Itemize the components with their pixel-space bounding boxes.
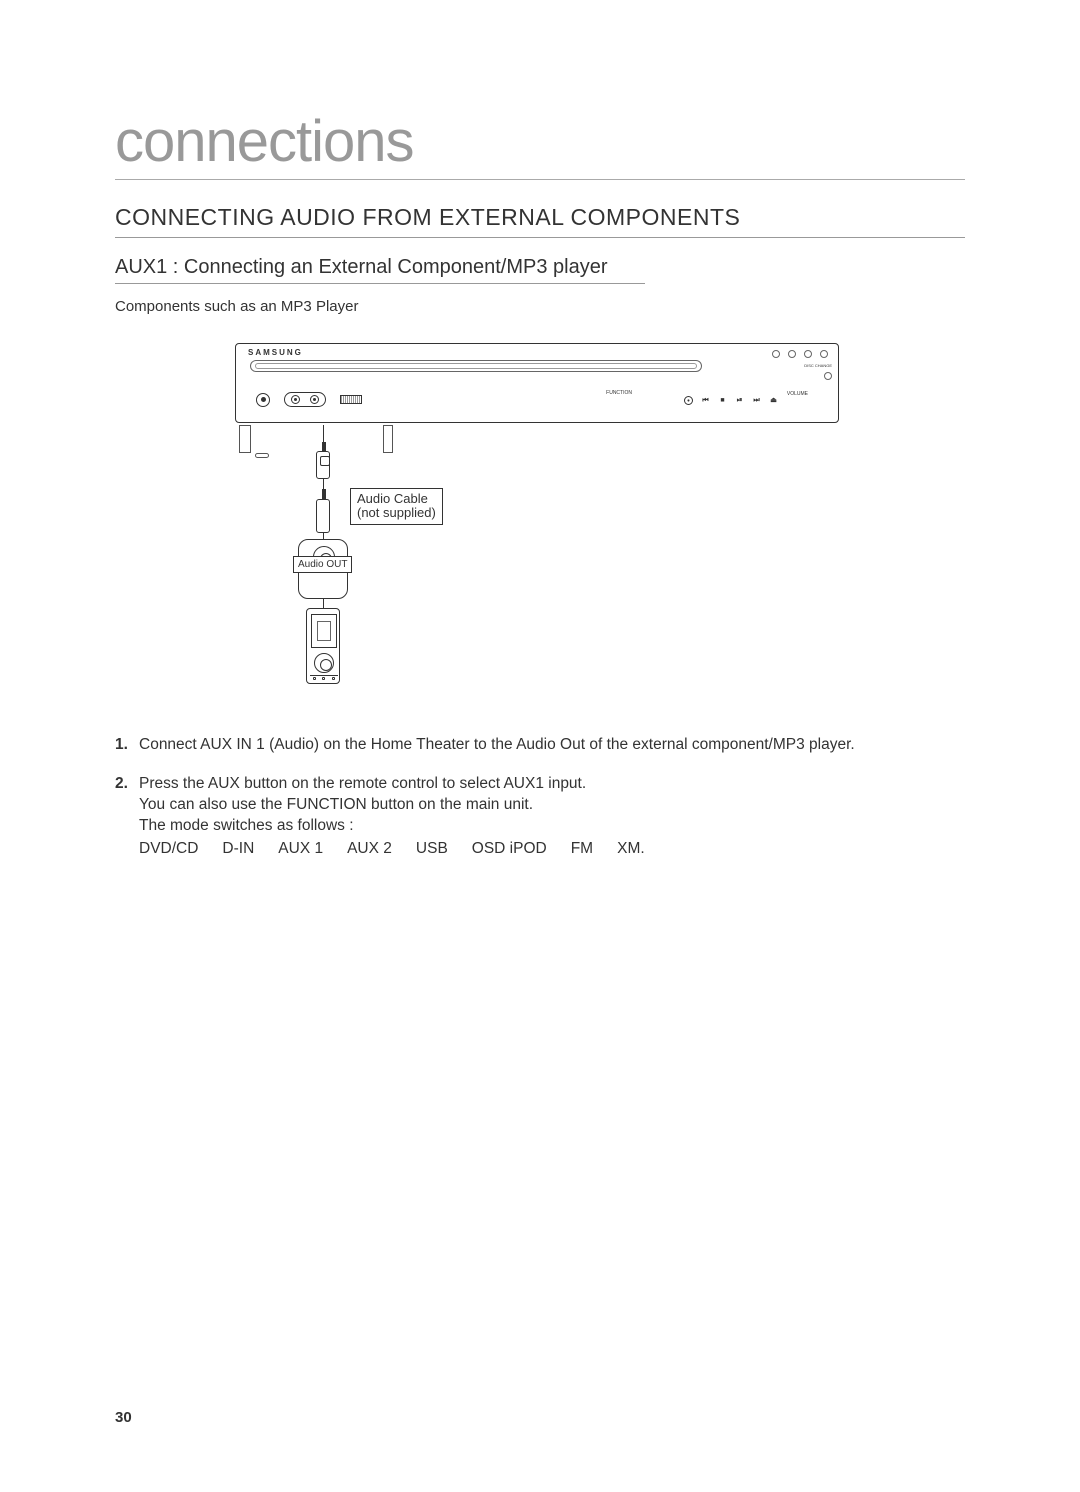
step-number: 1. — [115, 735, 133, 756]
volume-label: VOLUME — [787, 391, 808, 397]
eject-icon: ⏏ — [769, 396, 778, 405]
mode-item: DVD/CD — [139, 839, 198, 860]
audio-cable-label: Audio Cable (not supplied) — [350, 488, 443, 525]
page-number: 30 — [115, 1409, 132, 1426]
step-text: Connect AUX IN 1 (Audio) on the Home The… — [139, 735, 855, 756]
text-line: The mode switches as follows : — [139, 816, 645, 837]
label-text: (not supplied) — [357, 505, 436, 520]
panel-tab-icon — [255, 453, 269, 458]
intro-text: Components such as an MP3 Player — [115, 298, 965, 315]
mode-item: USB — [416, 839, 448, 860]
mode-item: XM. — [617, 839, 645, 860]
mode-item: AUX 1 — [278, 839, 323, 860]
front-jacks-icon — [256, 392, 362, 407]
disc-change-label: DISC CHANGE — [804, 364, 832, 368]
mode-item: AUX 2 — [347, 839, 392, 860]
subsection-title: AUX1 : Connecting an External Component/… — [115, 256, 645, 284]
step-2: 2. Press the AUX button on the remote co… — [115, 774, 965, 860]
headphone-jack-icon — [256, 393, 270, 407]
step-number: 2. — [115, 774, 133, 860]
text-line: You can also use the FUNCTION button on … — [139, 795, 645, 816]
foot-icon — [383, 425, 393, 453]
modes-row: DVD/CD D-IN AUX 1 AUX 2 USB OSD iPOD FM … — [139, 839, 645, 860]
disc-slot-icon — [250, 360, 702, 372]
mode-item: OSD iPOD — [472, 839, 547, 860]
slot-icon — [340, 395, 362, 404]
audio-out-label: Audio OUT — [293, 556, 352, 573]
label-text: Audio Cable — [357, 491, 428, 506]
step-text: Press the AUX button on the remote contr… — [139, 774, 645, 860]
foot-icon — [239, 425, 251, 453]
aux-in-icon — [284, 392, 326, 407]
chapter-title: connections — [115, 108, 965, 180]
disc-change-icon — [824, 372, 832, 380]
mode-item: D-IN — [222, 839, 254, 860]
text-line: Press the AUX button on the remote contr… — [139, 774, 645, 795]
step-1: 1. Connect AUX IN 1 (Audio) on the Home … — [115, 735, 965, 756]
play-pause-icon: ⏯ — [735, 396, 744, 405]
mp3-player-icon — [306, 608, 340, 684]
plug-icon — [316, 499, 330, 533]
connection-diagram: SAMSUNG DISC CHANGE FUNCTION ⏮ ■ ⏯ ⏭ — [235, 343, 845, 713]
function-button-icon — [684, 396, 693, 405]
indicators-icon — [772, 350, 828, 358]
section-title: CONNECTING AUDIO FROM EXTERNAL COMPONENT… — [115, 204, 965, 238]
brand-label: SAMSUNG — [248, 348, 303, 357]
instructions: 1. Connect AUX IN 1 (Audio) on the Home … — [115, 735, 965, 860]
next-icon: ⏭ — [752, 396, 761, 405]
mode-item: FM — [571, 839, 593, 860]
function-label: FUNCTION — [606, 390, 632, 396]
prev-icon: ⏮ — [701, 396, 710, 405]
home-theater-front: SAMSUNG DISC CHANGE FUNCTION ⏮ ■ ⏯ ⏭ — [235, 343, 839, 423]
stop-icon: ■ — [718, 396, 727, 405]
playback-controls-icon: ⏮ ■ ⏯ ⏭ ⏏ — [684, 396, 778, 405]
plug-icon — [316, 451, 330, 479]
